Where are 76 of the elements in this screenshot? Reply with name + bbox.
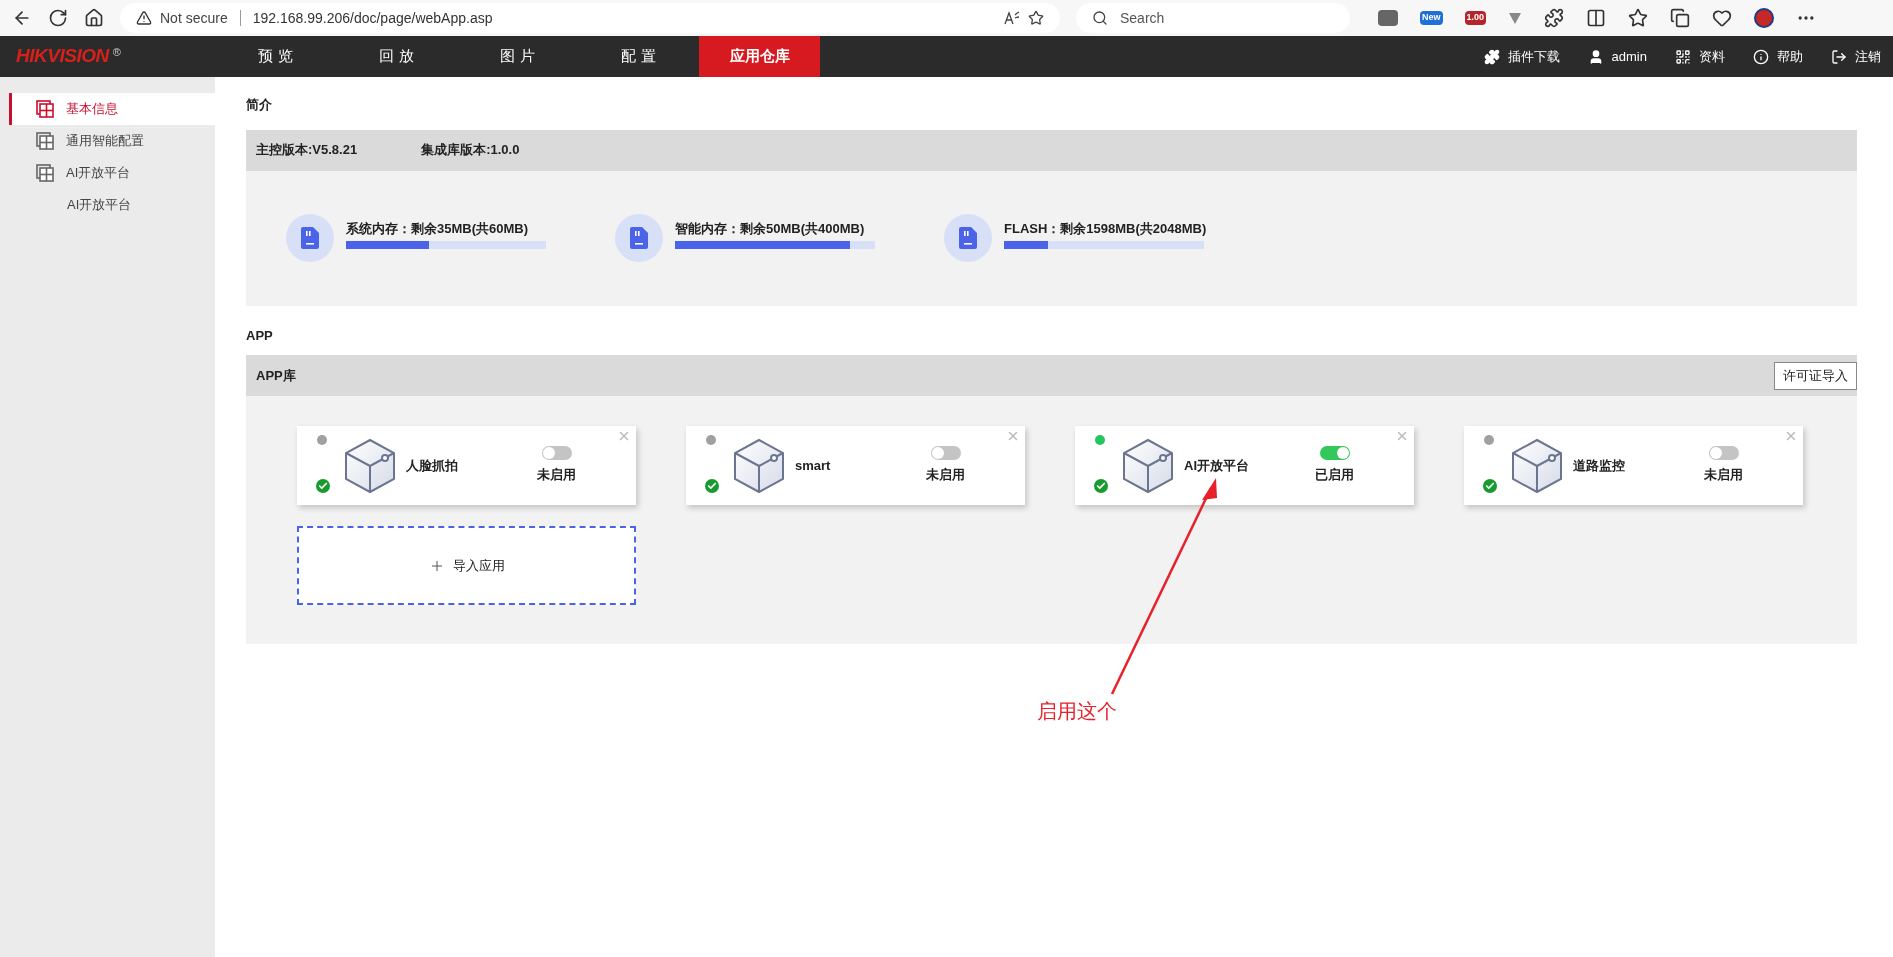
- address-bar[interactable]: Not secure 192.168.99.206/doc/page/webApp.asp: [120, 3, 1060, 33]
- library-title: APP库: [256, 366, 296, 385]
- app-name: 人脸抓拍: [406, 456, 459, 475]
- extensions-icon[interactable]: [1544, 8, 1565, 28]
- grid-icon: [36, 100, 54, 118]
- read-aloud-icon[interactable]: [1004, 11, 1020, 25]
- toggle-switch[interactable]: [541, 446, 572, 461]
- nav-tab[interactable]: 应用仓库: [699, 36, 820, 77]
- import-app-button[interactable]: 导入应用: [297, 526, 636, 605]
- header-link[interactable]: admin: [1587, 46, 1647, 67]
- toggle-switch[interactable]: [930, 446, 961, 461]
- toggle-switch[interactable]: [1708, 446, 1739, 461]
- sidebar-subitem[interactable]: AI开放平台: [9, 189, 215, 221]
- favorites-icon[interactable]: [1628, 8, 1649, 28]
- header-link[interactable]: 插件下载: [1483, 46, 1560, 67]
- storage-icon: [944, 214, 992, 262]
- license-import-button[interactable]: 许可证导入: [1774, 361, 1857, 390]
- grid-icon: [36, 132, 54, 150]
- extension-badge[interactable]: New: [1420, 11, 1443, 25]
- section-title: APP: [246, 326, 273, 345]
- health-icon[interactable]: [1712, 8, 1733, 28]
- check-icon: [705, 479, 719, 493]
- collections-icon[interactable]: [1670, 8, 1691, 28]
- nav-tab[interactable]: 预 览: [215, 36, 336, 77]
- home-icon[interactable]: [84, 8, 104, 28]
- grid-icon: [36, 164, 54, 182]
- check-icon: [316, 479, 330, 493]
- header-link[interactable]: 资料: [1675, 46, 1725, 67]
- split-screen-icon[interactable]: [1586, 8, 1607, 28]
- extension-badge[interactable]: 1.00: [1464, 11, 1487, 25]
- logout-icon: [1831, 48, 1847, 65]
- nav-tab[interactable]: 配 置: [578, 36, 699, 77]
- cube-icon: [733, 437, 785, 494]
- favorite-icon[interactable]: [1028, 10, 1044, 26]
- toggle-switch[interactable]: [1319, 446, 1350, 461]
- version-text: 集成库版本:1.0.0: [421, 141, 520, 160]
- annotation-text: 启用这个: [1037, 699, 1117, 724]
- version-text: 主控版本:V5.8.21: [256, 141, 358, 160]
- app-name: AI开放平台: [1184, 456, 1250, 475]
- profile-avatar[interactable]: [1754, 8, 1775, 28]
- check-icon: [1483, 479, 1497, 493]
- storage-icon: [286, 214, 334, 262]
- storage-label: 智能内存：剩余50MB(共400MB): [675, 219, 866, 238]
- app-status: 已启用: [1315, 466, 1354, 485]
- search-field[interactable]: Search: [1120, 7, 1334, 29]
- qr-code-icon: [1675, 48, 1691, 65]
- app-status: 未启用: [926, 466, 965, 485]
- section-title: 简介: [246, 96, 272, 114]
- search-icon: [1092, 10, 1108, 26]
- sidebar-item[interactable]: 基本信息: [9, 93, 215, 125]
- app-name: smart: [795, 456, 832, 475]
- app-status: 未启用: [537, 466, 576, 485]
- cube-icon: [1511, 437, 1563, 494]
- app-name: 道路监控: [1573, 456, 1626, 475]
- nav-tab[interactable]: 回 放: [336, 36, 457, 77]
- search-box[interactable]: Search: [1076, 3, 1350, 33]
- help-icon: [1753, 48, 1769, 65]
- sidebar-item[interactable]: AI开放平台: [9, 157, 215, 189]
- refresh-icon[interactable]: [48, 8, 68, 28]
- header-link[interactable]: 注销: [1831, 46, 1881, 67]
- cube-icon: [1122, 437, 1174, 494]
- cube-icon: [344, 437, 396, 494]
- puzzle-icon: [1483, 48, 1500, 65]
- logo: HIKVISION: [16, 44, 109, 69]
- header-link[interactable]: 帮助: [1753, 46, 1803, 67]
- check-icon: [1094, 479, 1108, 493]
- storage-icon: [615, 214, 663, 262]
- app-status: 未启用: [1704, 466, 1743, 485]
- sidebar-item[interactable]: 通用智能配置: [9, 125, 215, 157]
- url-text: 192.168.99.206/doc/page/webApp.asp: [252, 8, 494, 28]
- storage-label: FLASH：剩余1598MB(共2048MB): [1004, 219, 1207, 238]
- security-label: Not secure: [160, 8, 228, 28]
- logo-mark: ®: [112, 45, 121, 61]
- storage-label: 系统内存：剩余35MB(共60MB): [346, 219, 529, 238]
- nav-tab[interactable]: 图 片: [457, 36, 578, 77]
- warning-icon: [136, 10, 152, 26]
